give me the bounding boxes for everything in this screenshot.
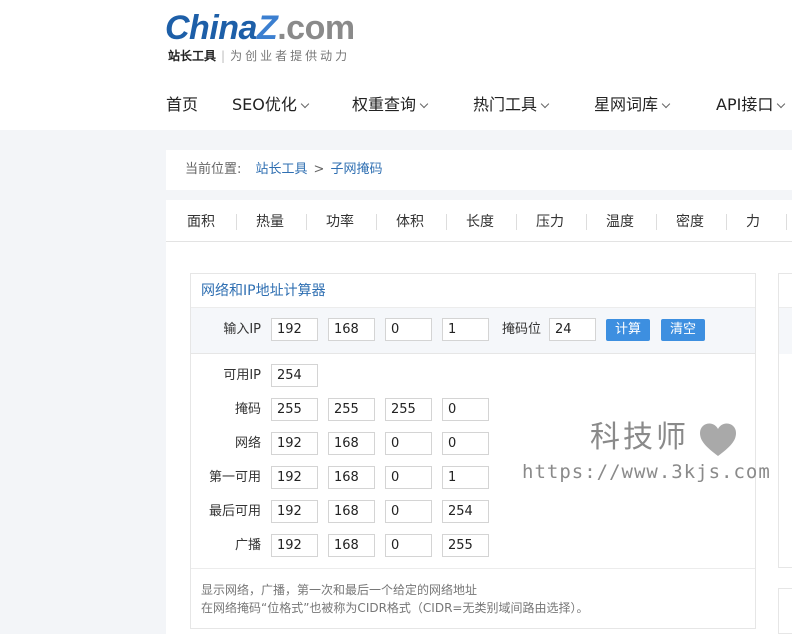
input-ip-label: 输入IP: [223, 322, 261, 337]
clear-button[interactable]: 清空: [661, 319, 705, 341]
network-octet-2[interactable]: 168: [328, 432, 375, 455]
broadcast-octet-3[interactable]: 0: [385, 534, 432, 557]
tab-heat[interactable]: 热量: [256, 200, 284, 242]
nav-hot-tools[interactable]: 热门工具: [473, 92, 550, 118]
calculate-button[interactable]: 计算: [606, 319, 650, 341]
network-octet-1[interactable]: 192: [271, 432, 318, 455]
ip-octet-3-input[interactable]: 0: [385, 318, 432, 341]
last-usable-octet-2[interactable]: 168: [328, 500, 375, 523]
mask-bits-label: 掩码位: [501, 322, 541, 337]
mask-octet-2[interactable]: 255: [328, 398, 375, 421]
side-card: [778, 273, 792, 568]
tab-volume[interactable]: 体积: [396, 200, 424, 242]
breadcrumb-current[interactable]: 子网掩码: [330, 162, 382, 177]
breadcrumb: 当前位置: 站长工具 > 子网掩码: [166, 150, 792, 190]
logo-tagline: 站长工具 | 为创业者提供动力: [168, 49, 351, 63]
calculator-title: 网络和IP地址计算器: [191, 274, 755, 308]
mask-octet-3[interactable]: 255: [385, 398, 432, 421]
main-nav: 首页 SEO优化 权重查询 热门工具 星网词库 API接口: [0, 92, 792, 118]
unit-tabs: 面积 热量 功率 体积 长度 压力 温度 密度 力: [166, 200, 792, 242]
available-ip-field[interactable]: 254: [271, 364, 318, 387]
side-card-lower: [778, 588, 792, 634]
broadcast-octet-1[interactable]: 192: [271, 534, 318, 557]
tab-force[interactable]: 力: [746, 200, 760, 242]
watermark-title: 科技师: [590, 420, 689, 455]
tab-density[interactable]: 密度: [676, 200, 704, 242]
tab-temperature[interactable]: 温度: [606, 200, 634, 242]
last-usable-octet-1[interactable]: 192: [271, 500, 318, 523]
nav-keywords[interactable]: 星网词库: [594, 92, 671, 118]
first-usable-octet-1[interactable]: 192: [271, 466, 318, 489]
available-ip-label: 可用IP: [223, 368, 261, 383]
ip-input-row: 输入IP 192 168 0 1 掩码位 24 计算 清空: [191, 308, 755, 354]
ip-octet-2-input[interactable]: 168: [328, 318, 375, 341]
mask-bits-input[interactable]: 24: [549, 318, 596, 341]
chevron-down-icon: [540, 99, 550, 109]
chinaz-logo[interactable]: ChinaZ.com: [165, 8, 355, 48]
chevron-down-icon: [419, 99, 429, 109]
last-usable-octet-3[interactable]: 0: [385, 500, 432, 523]
first-usable-octet-4[interactable]: 1: [442, 466, 489, 489]
chevron-down-icon: [777, 99, 786, 109]
breadcrumb-separator: >: [313, 162, 325, 177]
tab-pressure[interactable]: 压力: [536, 200, 564, 242]
last-usable-octet-4[interactable]: 254: [442, 500, 489, 523]
note-line-2: 在网络掩码“位格式”也被称为CIDR格式（CIDR=无类别域间路由选择）。: [201, 601, 589, 615]
ip-octet-4-input[interactable]: 1: [442, 318, 489, 341]
network-octet-4[interactable]: 0: [442, 432, 489, 455]
slogan: 为创业者提供动力: [230, 49, 351, 63]
broadcast-octet-2[interactable]: 168: [328, 534, 375, 557]
heart-icon: [700, 423, 736, 456]
first-usable-octet-3[interactable]: 0: [385, 466, 432, 489]
first-usable-label: 第一可用: [208, 470, 261, 485]
breadcrumb-prefix: 当前位置:: [185, 162, 242, 177]
network-octet-3[interactable]: 0: [385, 432, 432, 455]
chevron-down-icon: [661, 99, 671, 109]
main-panel: 面积 热量 功率 体积 长度 压力 温度 密度 力 网络和IP地址计算器 输入I…: [166, 200, 792, 634]
breadcrumb-home-link[interactable]: 站长工具: [256, 162, 308, 177]
watermark-url: https://www.3kjs.com: [522, 461, 771, 483]
ip-octet-1-input[interactable]: 192: [271, 318, 318, 341]
brand-name: 站长工具: [168, 49, 217, 63]
broadcast-octet-4[interactable]: 255: [442, 534, 489, 557]
mask-octet-1[interactable]: 255: [271, 398, 318, 421]
chevron-down-icon: [300, 99, 310, 109]
nav-api[interactable]: API接口: [716, 92, 786, 118]
calculator-note: 显示网络，广播，第一次和最后一个给定的网络地址 在网络掩码“位格式”也被称为CI…: [191, 568, 755, 628]
nav-seo[interactable]: SEO优化: [232, 92, 310, 118]
network-label: 网络: [234, 436, 261, 451]
note-line-1: 显示网络，广播，第一次和最后一个给定的网络地址: [201, 583, 478, 597]
tab-length[interactable]: 长度: [466, 200, 494, 242]
mask-label: 掩码: [234, 402, 261, 417]
tab-power[interactable]: 功率: [326, 200, 354, 242]
tab-area[interactable]: 面积: [187, 200, 215, 242]
site-header: ChinaZ.com 站长工具 | 为创业者提供动力 首页 SEO优化 权重查询 热…: [0, 0, 792, 130]
nav-weight[interactable]: 权重查询: [352, 92, 429, 118]
last-usable-label: 最后可用: [208, 504, 261, 519]
first-usable-octet-2[interactable]: 168: [328, 466, 375, 489]
nav-home[interactable]: 首页: [166, 92, 198, 118]
broadcast-label: 广播: [234, 538, 261, 553]
mask-octet-4[interactable]: 0: [442, 398, 489, 421]
